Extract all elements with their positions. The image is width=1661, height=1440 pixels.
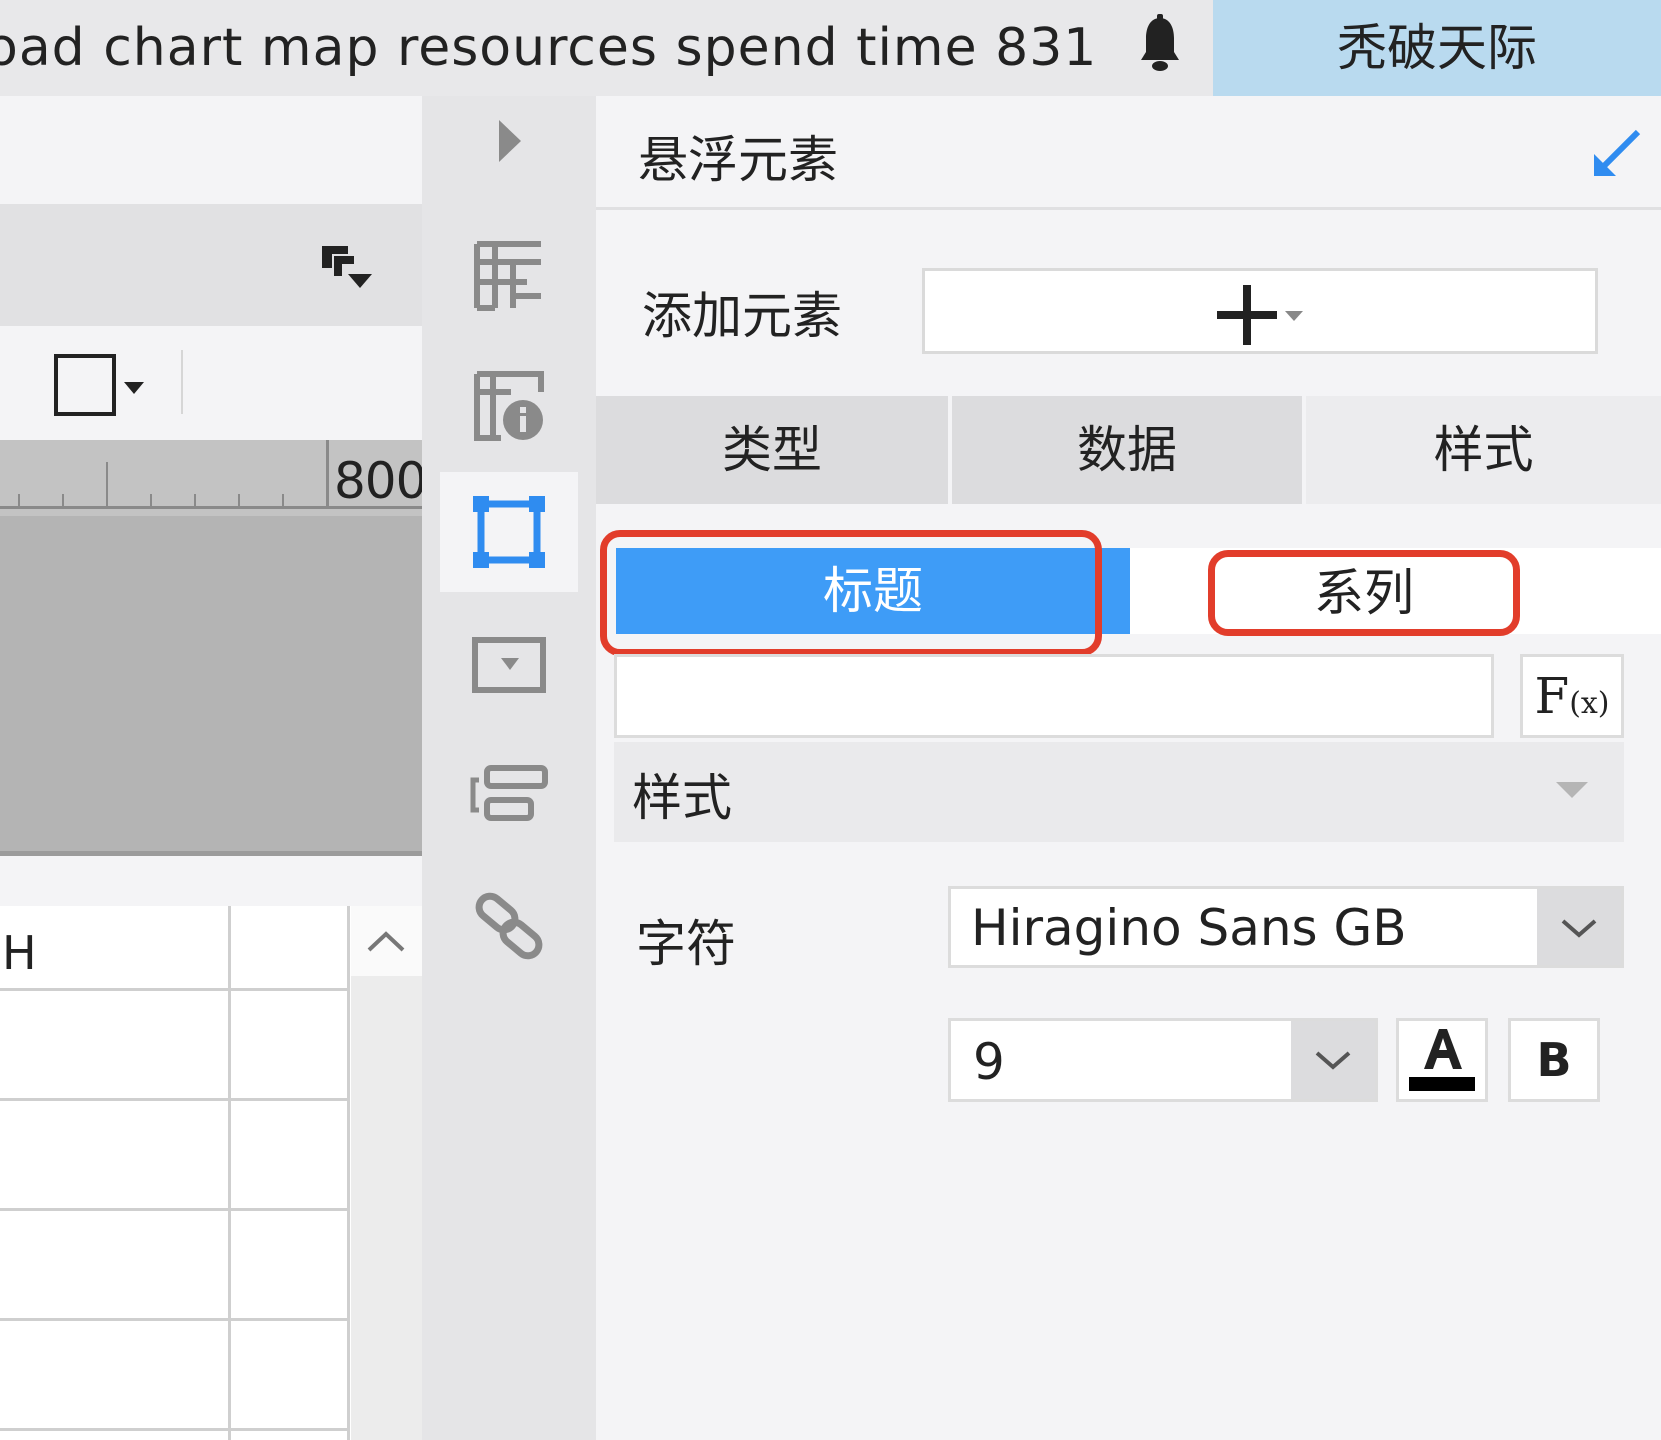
grid-row-divider xyxy=(0,1098,347,1101)
grid-row-divider xyxy=(0,1318,347,1321)
table-info-icon xyxy=(474,371,544,441)
title-text-input[interactable] xyxy=(614,654,1494,738)
bell-icon[interactable] xyxy=(1138,14,1182,74)
toolbar-divider xyxy=(181,350,183,414)
format-dropdown-icon[interactable] xyxy=(320,244,376,294)
grid-column-divider xyxy=(228,906,231,1440)
ruler-label: 800 xyxy=(334,452,422,510)
rail-cell-attributes[interactable] xyxy=(440,216,578,336)
condition-list-icon xyxy=(470,765,548,821)
plus-dropdown-icon xyxy=(1217,285,1303,345)
vertical-scrollbar[interactable] xyxy=(351,906,422,1440)
bold-button[interactable]: B xyxy=(1508,1018,1600,1102)
font-size-value: 9 xyxy=(973,1033,1005,1091)
property-icon-rail xyxy=(422,96,596,1440)
grid-row-divider xyxy=(0,1428,347,1431)
rail-hyperlink[interactable] xyxy=(440,866,578,986)
font-family-select[interactable]: Hiragino Sans GB xyxy=(948,886,1624,968)
style-section-header[interactable]: 样式 xyxy=(614,742,1624,842)
panel-title: 悬浮元素 xyxy=(638,131,838,189)
panel-tabs: 类型 数据 样式 xyxy=(596,396,1661,504)
chevron-down-icon xyxy=(1315,1051,1351,1070)
rail-condition[interactable] xyxy=(440,734,578,854)
grid-row-divider xyxy=(0,988,347,991)
rail-widget[interactable] xyxy=(440,606,578,726)
triangle-down-icon xyxy=(1556,782,1588,798)
link-icon xyxy=(475,892,543,960)
rectangle-tool-icon[interactable] xyxy=(52,350,152,420)
tab-style[interactable]: 样式 xyxy=(1306,396,1661,504)
dropdown-widget-icon xyxy=(472,637,546,693)
horizontal-ruler: 800 xyxy=(0,440,422,516)
triangle-right-icon xyxy=(499,120,521,162)
rail-cell-info[interactable] xyxy=(440,346,578,466)
top-bar: oad chart map resources spend time 831..… xyxy=(0,0,1661,96)
float-element-icon xyxy=(473,496,545,568)
status-notice: oad chart map resources spend time 831..… xyxy=(0,18,1096,78)
formula-label: F xyxy=(1534,667,1570,725)
grid-row-divider xyxy=(0,1208,347,1211)
float-element-panel: 悬浮元素 添加元素 类型 数据 样式 标题 系列 F(x) 样式 字符 Hira… xyxy=(596,96,1661,1440)
design-canvas[interactable] xyxy=(0,516,422,856)
font-family-dropdown-button[interactable] xyxy=(1537,889,1621,965)
tab-type[interactable]: 类型 xyxy=(596,396,948,504)
font-size-select[interactable]: 9 xyxy=(948,1018,1378,1102)
scroll-up-button[interactable] xyxy=(351,906,422,976)
table-attribute-icon xyxy=(474,241,541,311)
tab-data[interactable]: 数据 xyxy=(952,396,1302,504)
left-tool-row xyxy=(0,326,422,440)
add-element-button[interactable] xyxy=(922,268,1598,354)
font-size-dropdown-button[interactable] xyxy=(1291,1021,1375,1099)
chevron-up-icon xyxy=(367,931,405,952)
data-grid[interactable]: H xyxy=(0,906,422,1440)
formula-button[interactable]: F(x) xyxy=(1520,654,1624,738)
left-toolbar-strip xyxy=(0,204,422,326)
add-element-label: 添加元素 xyxy=(642,287,842,345)
collapse-arrow-icon[interactable] xyxy=(1586,124,1646,184)
style-section-label: 样式 xyxy=(632,769,732,827)
panel-header: 悬浮元素 xyxy=(596,96,1661,210)
font-color-button[interactable] xyxy=(1396,1018,1488,1102)
font-label: 字符 xyxy=(636,915,736,973)
formula-sub-label: (x) xyxy=(1569,686,1610,721)
grid-column-divider xyxy=(347,906,350,1440)
chevron-down-icon xyxy=(1561,919,1597,938)
left-blank-header xyxy=(0,96,422,204)
grid-column-header: H xyxy=(2,926,37,980)
font-color-icon xyxy=(1409,1029,1475,1091)
segment-series-button[interactable]: 系列 xyxy=(1208,550,1520,636)
highlight-box xyxy=(600,530,1102,656)
font-family-value: Hiragino Sans GB xyxy=(971,899,1407,957)
user-name-badge[interactable]: 秃破天际 xyxy=(1213,0,1661,96)
rail-float-element[interactable] xyxy=(440,472,578,592)
rail-expand-button[interactable] xyxy=(440,96,578,186)
